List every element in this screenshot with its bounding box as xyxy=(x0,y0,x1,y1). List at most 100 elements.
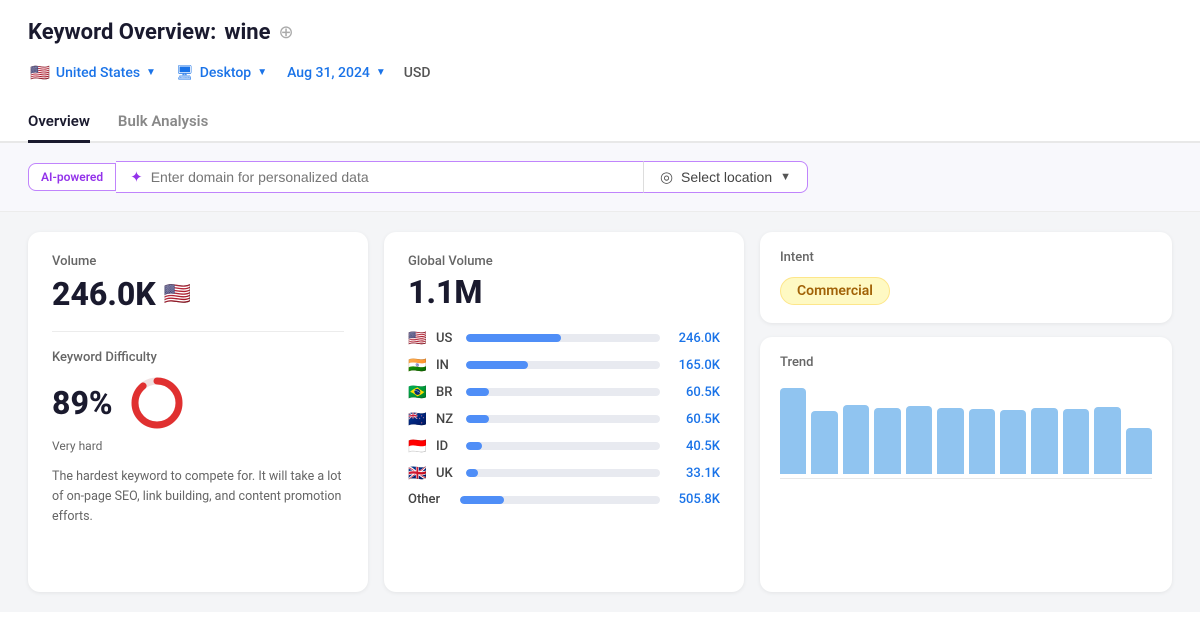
volume-card: Volume 246.0K 🇺🇸 Keyword Difficulty 89% … xyxy=(28,232,368,592)
country-row: 🇺🇸 US 246.0K xyxy=(408,329,720,347)
country-list: 🇺🇸 US 246.0K 🇮🇳 IN 165.0K 🇧🇷 BR 60.5K 🇳🇿… xyxy=(408,329,720,482)
country-value: 40.5K xyxy=(668,439,720,454)
title-row: Keyword Overview: wine ⊕ xyxy=(28,20,1172,45)
location-dropdown-chevron: ▼ xyxy=(780,171,791,183)
tabs-row: Overview Bulk Analysis xyxy=(0,102,1200,143)
country-code: BR xyxy=(436,385,458,400)
intent-card: Intent Commercial xyxy=(760,232,1172,323)
country-bar-fill xyxy=(466,334,561,342)
country-bar-bg xyxy=(466,361,660,369)
country-flag: 🇳🇿 xyxy=(408,410,428,428)
country-bar-bg xyxy=(466,415,660,423)
date-filter[interactable]: Aug 31, 2024 ▼ xyxy=(285,61,388,85)
very-hard-label: Very hard xyxy=(52,439,344,453)
trend-bar xyxy=(969,409,995,474)
volume-flag: 🇺🇸 xyxy=(164,282,191,307)
location-chevron: ▼ xyxy=(146,67,156,78)
trend-bar xyxy=(1126,428,1152,474)
device-chevron: ▼ xyxy=(257,67,267,78)
country-flag: 🇺🇸 xyxy=(408,329,428,347)
country-code: US xyxy=(436,331,458,346)
global-volume-value: 1.1M xyxy=(408,273,720,311)
domain-input[interactable] xyxy=(151,169,629,185)
page-title: Keyword Overview: xyxy=(28,20,216,45)
country-value: 60.5K xyxy=(668,412,720,427)
ai-bar: AI-powered ✦ ◎ Select location ▼ xyxy=(28,161,808,193)
country-flag: 🇬🇧 xyxy=(408,464,428,482)
country-code: UK xyxy=(436,466,458,481)
country-value: 165.0K xyxy=(668,358,720,373)
trend-card: Trend xyxy=(760,337,1172,592)
country-flag: 🇧🇷 xyxy=(408,383,428,401)
trend-axis xyxy=(780,478,1152,479)
main-content: Volume 246.0K 🇺🇸 Keyword Difficulty 89% … xyxy=(0,212,1200,612)
country-row: 🇳🇿 NZ 60.5K xyxy=(408,410,720,428)
trend-chart xyxy=(780,384,1152,474)
keyword-name: wine xyxy=(224,20,270,45)
device-label: Desktop xyxy=(200,65,251,81)
global-volume-label: Global Volume xyxy=(408,254,720,269)
country-row: 🇮🇩 ID 40.5K xyxy=(408,437,720,455)
device-filter[interactable]: 🖥 Desktop ▼ xyxy=(174,61,269,85)
device-icon: 🖥 xyxy=(176,65,194,81)
ai-powered-badge: AI-powered xyxy=(28,163,116,191)
country-row: 🇮🇳 IN 165.0K xyxy=(408,356,720,374)
trend-bar xyxy=(780,388,806,474)
country-flag: 🇮🇳 xyxy=(408,356,428,374)
location-pin-icon: ◎ xyxy=(660,168,673,186)
trend-bar xyxy=(1063,409,1089,474)
difficulty-label: Keyword Difficulty xyxy=(52,350,344,365)
location-filter[interactable]: 🇺🇸 United States ▼ xyxy=(28,59,158,86)
trend-bar xyxy=(1094,407,1120,474)
ai-bar-section: AI-powered ✦ ◎ Select location ▼ xyxy=(0,143,1200,212)
country-bar-bg xyxy=(466,388,660,396)
country-bar-bg xyxy=(466,334,660,342)
header: Keyword Overview: wine ⊕ 🇺🇸 United State… xyxy=(0,0,1200,86)
sparkle-icon: ✦ xyxy=(130,168,143,186)
right-column: Intent Commercial Trend xyxy=(760,232,1172,592)
add-keyword-icon[interactable]: ⊕ xyxy=(279,22,294,43)
trend-bar xyxy=(1000,410,1026,474)
trend-bar xyxy=(937,408,963,474)
card-divider xyxy=(52,331,344,332)
other-bar-bg xyxy=(460,496,660,504)
other-value: 505.8K xyxy=(668,492,720,507)
country-row: 🇬🇧 UK 33.1K xyxy=(408,464,720,482)
volume-label: Volume xyxy=(52,254,344,269)
us-flag: 🇺🇸 xyxy=(30,63,50,82)
country-bar-bg xyxy=(466,469,660,477)
domain-input-wrapper: ✦ xyxy=(116,161,643,193)
global-volume-card: Global Volume 1.1M 🇺🇸 US 246.0K 🇮🇳 IN 16… xyxy=(384,232,744,592)
country-code: IN xyxy=(436,358,458,373)
location-label: United States xyxy=(56,65,140,81)
volume-value: 246.0K 🇺🇸 xyxy=(52,275,344,313)
country-value: 33.1K xyxy=(668,466,720,481)
country-bar-fill xyxy=(466,442,482,450)
country-value: 246.0K xyxy=(668,331,720,346)
country-bar-fill xyxy=(466,415,489,423)
trend-bar xyxy=(1031,408,1057,474)
select-location-button[interactable]: ◎ Select location ▼ xyxy=(643,161,808,193)
difficulty-row: 89% xyxy=(52,375,344,431)
trend-bar xyxy=(811,411,837,474)
other-row: Other 505.8K xyxy=(408,492,720,507)
country-bar-fill xyxy=(466,388,489,396)
tab-bulk-analysis[interactable]: Bulk Analysis xyxy=(118,102,208,143)
country-row: 🇧🇷 BR 60.5K xyxy=(408,383,720,401)
country-flag: 🇮🇩 xyxy=(408,437,428,455)
country-code: NZ xyxy=(436,412,458,427)
country-bar-bg xyxy=(466,442,660,450)
trend-label: Trend xyxy=(780,355,1152,370)
country-code: ID xyxy=(436,439,458,454)
country-bar-fill xyxy=(466,469,478,477)
difficulty-desc: The hardest keyword to compete for. It w… xyxy=(52,467,344,527)
intent-badge: Commercial xyxy=(780,277,890,305)
date-chevron: ▼ xyxy=(376,67,386,78)
intent-label: Intent xyxy=(780,250,1152,265)
tab-overview[interactable]: Overview xyxy=(28,102,90,143)
country-bar-fill xyxy=(466,361,528,369)
other-label: Other xyxy=(408,492,452,507)
currency-label: USD xyxy=(404,65,431,81)
country-value: 60.5K xyxy=(668,385,720,400)
date-label: Aug 31, 2024 xyxy=(287,65,370,81)
